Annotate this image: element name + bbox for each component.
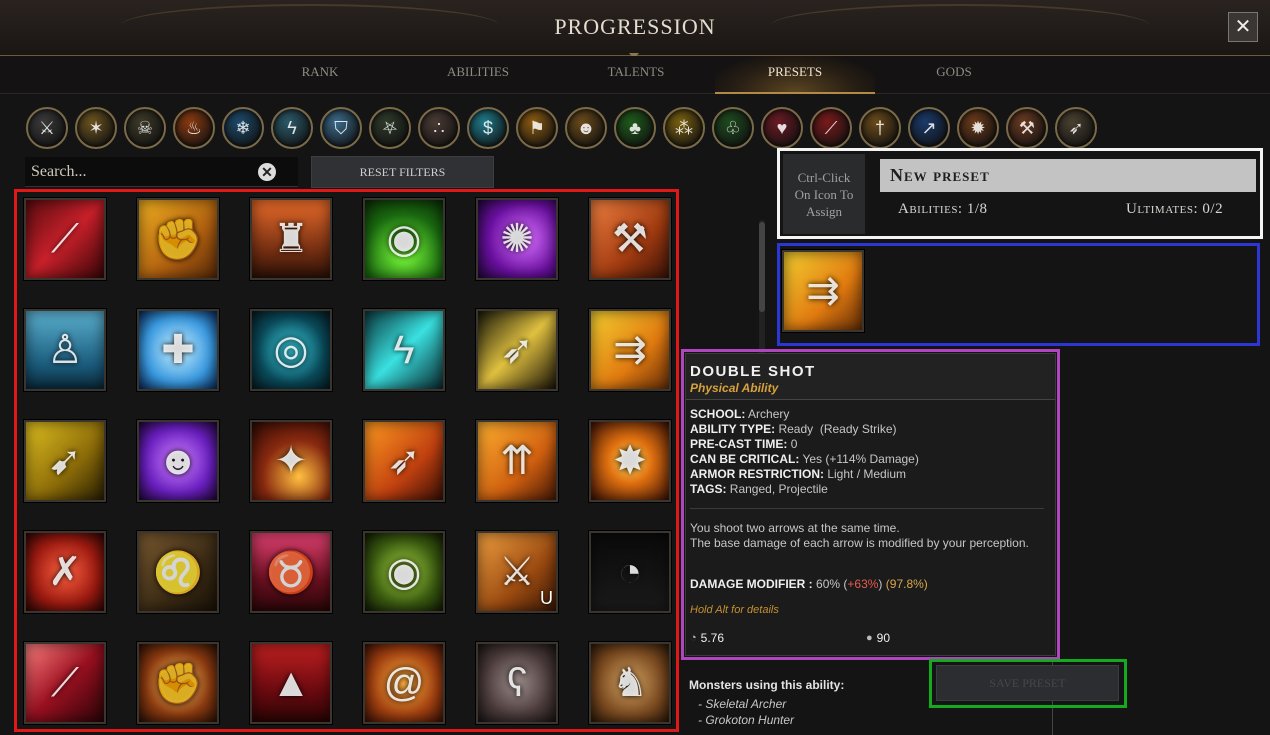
crossed-swords-icon[interactable]: ⚔ — [26, 107, 68, 149]
search-box: ✕ — [25, 157, 298, 187]
assign-hint-text: Ctrl-Click On Icon To Assign — [794, 169, 854, 219]
pentagram-icon[interactable]: ⛧ — [369, 107, 411, 149]
preset-name-input[interactable] — [880, 159, 1256, 192]
ultimates-count: Ultimates: 0/2 — [1126, 201, 1224, 217]
tooltip-damage-modifier: DAMAGE MODIFIER : 60% (+63%) (97.8%) — [690, 577, 928, 591]
scrollbar-thumb[interactable] — [759, 222, 765, 312]
poison-drops-icon[interactable]: ♣ — [614, 107, 656, 149]
sword-icon[interactable]: † — [859, 107, 901, 149]
school-filter-row: ⚔ ✶ ☠ ♨ ❄ ϟ ⛉ ⛧ ∴ $ ⚑ ☻ ♣ ⁂ ♧ ♥ ⟋ † ↗ ✹ ⚒ ➶ — [26, 107, 1116, 149]
tab-presets[interactable]: PRESETS — [715, 56, 875, 94]
ability-tooltip: DOUBLE SHOT Physical Ability SCHOOL: Arc… — [685, 353, 1056, 656]
tooltip-ability-name: DOUBLE SHOT — [690, 363, 816, 380]
beast-claw-icon[interactable]: ✶ — [75, 107, 117, 149]
nature-skull-icon[interactable]: ♧ — [712, 107, 754, 149]
save-preset-button[interactable]: SAVE PRESET — [936, 665, 1119, 701]
window-title: PROGRESSION — [554, 14, 716, 39]
assign-hint: Ctrl-Click On Icon To Assign — [783, 154, 865, 234]
blood-icon[interactable]: ♥ — [761, 107, 803, 149]
shield-icon[interactable]: ⛉ — [320, 107, 362, 149]
tooltip-critical: CAN BE CRITICAL: Yes (+114% Damage) — [690, 452, 919, 466]
mask-icon[interactable]: ☻ — [565, 107, 607, 149]
close-button[interactable]: ✕ — [1228, 12, 1258, 42]
tooltip-cost: ● 90 — [866, 631, 891, 645]
abilities-count: Abilities: 1/8 — [898, 201, 988, 217]
tooltip-tags: TAGS: Ranged, Projectile — [690, 482, 828, 496]
tooltip-cooldown: ◔ 5.76 — [690, 631, 725, 645]
tooltip-school: SCHOOL: Archery — [690, 407, 790, 421]
tooltip-precast: PRE-CAST TIME: 0 — [690, 437, 798, 451]
tooltip-hold-alt-hint: Hold Alt for details — [690, 604, 779, 616]
tooltip-armor: ARMOR RESTRICTION: Light / Medium — [690, 467, 907, 481]
dagger-icon[interactable]: ⟋ — [810, 107, 852, 149]
monsters-title: Monsters using this ability: — [689, 678, 845, 692]
tab-talents[interactable]: TALENTS — [556, 56, 716, 94]
tooltip-description: You shoot two arrows at the same time. T… — [690, 521, 1029, 550]
monster-item: - Skeletal Archer — [698, 697, 787, 711]
mace-icon[interactable]: ✹ — [957, 107, 999, 149]
serpent-icon[interactable]: $ — [467, 107, 509, 149]
stamina-drop-icon: ● — [866, 632, 873, 644]
tooltip-ability-type: Physical Ability — [690, 381, 779, 395]
fire-icon[interactable]: ♨ — [173, 107, 215, 149]
orbs-icon[interactable]: ∴ — [418, 107, 460, 149]
ice-icon[interactable]: ❄ — [222, 107, 264, 149]
monster-item: - Grokoton Hunter — [698, 713, 795, 727]
spear-icon[interactable]: ↗ — [908, 107, 950, 149]
banner-icon[interactable]: ⚑ — [516, 107, 558, 149]
double-shot-icon: ⇉ — [806, 269, 840, 313]
tooltip-divider — [690, 508, 1044, 509]
search-input[interactable] — [25, 157, 255, 187]
tab-abilities[interactable]: ABILITIES — [398, 56, 558, 94]
coins-icon[interactable]: ⁂ — [663, 107, 705, 149]
skull-icon[interactable]: ☠ — [124, 107, 166, 149]
tab-bar: RANK ABILITIES TALENTS PRESETS GODS — [0, 56, 1270, 94]
axe-icon[interactable]: ⚒ — [1006, 107, 1048, 149]
cooldown-icon: ◔ — [690, 632, 697, 644]
preset-slot-double-shot[interactable]: ⇉ — [782, 250, 864, 332]
header: PROGRESSION ✕ — [0, 0, 1270, 56]
tab-rank[interactable]: RANK — [240, 56, 400, 94]
arrow-icon[interactable]: ➶ — [1055, 107, 1097, 149]
lightning-icon[interactable]: ϟ — [271, 107, 313, 149]
tab-gods[interactable]: GODS — [874, 56, 1034, 94]
tooltip-header: DOUBLE SHOT Physical Ability — [686, 354, 1055, 400]
clear-search-icon[interactable]: ✕ — [258, 163, 276, 181]
tooltip-ability-kind: ABILITY TYPE: Ready (Ready Strike) — [690, 422, 897, 436]
ability-grid-highlight — [14, 189, 679, 732]
reset-filters-button[interactable]: RESET FILTERS — [311, 156, 494, 188]
